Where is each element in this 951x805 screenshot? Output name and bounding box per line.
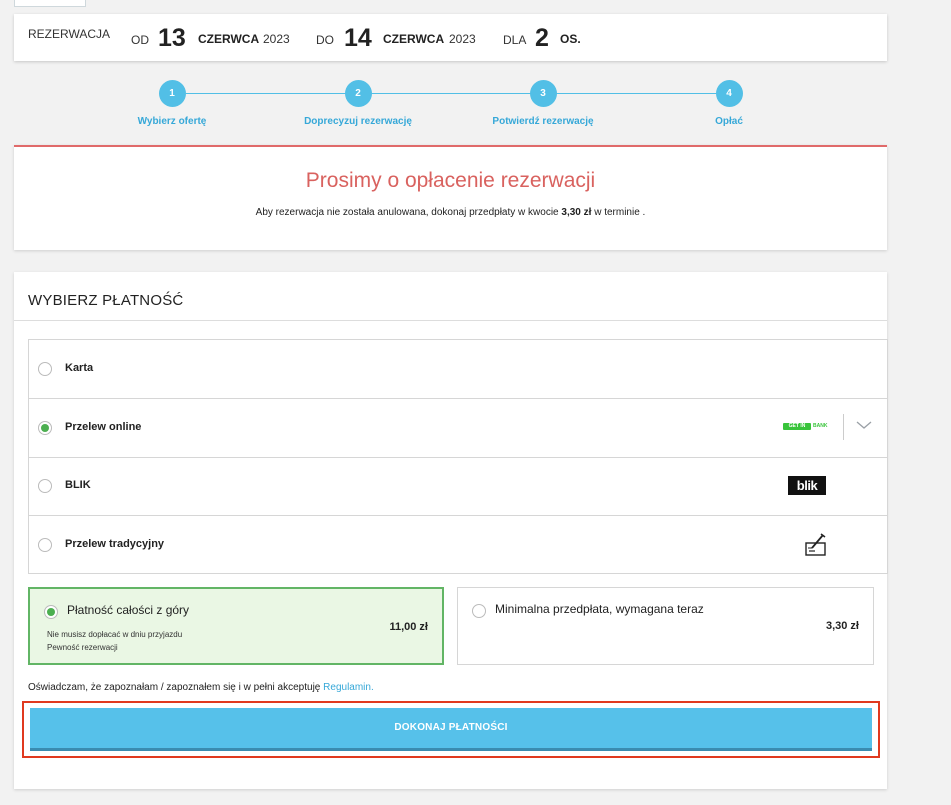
step-label: Doprecyzuj rezerwację	[304, 116, 412, 127]
from-year: 2023	[263, 32, 290, 46]
method-card[interactable]: Karta	[29, 340, 887, 399]
option-title: Minimalna przedpłata, wymagana teraz	[495, 602, 704, 616]
logo-divider	[843, 414, 844, 440]
step-label: Wybierz ofertę	[137, 116, 207, 127]
method-online-transfer[interactable]: Przelew online GET IN BANK	[29, 399, 887, 458]
option-price: 11,00 zł	[389, 621, 428, 633]
radio-traditional-transfer[interactable]	[38, 538, 52, 552]
radio-minimum-deposit[interactable]	[472, 604, 486, 618]
payment-panel: WYBIERZ PŁATNOŚĆ Karta Przelew online GE…	[14, 272, 888, 789]
method-label: BLIK	[65, 479, 91, 491]
step-number: 2	[344, 80, 372, 107]
chevron-down-icon[interactable]	[855, 418, 873, 432]
notice-text: Aby rezerwacja nie została anulowana, do…	[14, 207, 887, 218]
radio-blik[interactable]	[38, 479, 52, 493]
step-3[interactable]: 3 Potwierdź rezerwację	[453, 75, 633, 127]
from-label: OD	[131, 33, 149, 47]
reservation-label: REZERWACJA	[28, 27, 111, 41]
radio-full-payment[interactable]	[44, 605, 58, 619]
option-full-payment[interactable]: Płatność całości z góry 11,00 zł Nie mus…	[28, 587, 444, 665]
from-month: CZERWCA	[198, 32, 260, 46]
guests-label: DLA	[503, 33, 527, 47]
option-note: Nie musisz dopłacać w dniu przyjazdu	[47, 630, 183, 639]
step-number: 4	[715, 80, 743, 107]
option-minimum-deposit[interactable]: Minimalna przedpłata, wymagana teraz 3,3…	[457, 587, 874, 665]
notice-title: Prosimy o opłacenie rezerwacji	[305, 169, 596, 192]
from-day: 13	[158, 24, 186, 52]
option-price: 3,30 zł	[825, 620, 859, 632]
payment-heading: WYBIERZ PŁATNOŚĆ	[28, 292, 184, 309]
reservation-summary: REZERWACJA OD 13 CZERWCA 2023 DO 14 CZER…	[14, 14, 887, 61]
getin-logo-sub: BANK	[813, 423, 828, 429]
pay-button-highlight: DOKONAJ PŁATNOŚCI	[22, 701, 880, 758]
payment-methods: Karta Przelew online GET IN BANK BLIK bl…	[28, 339, 888, 574]
notice-text-before: Aby rezerwacja nie została anulowana, do…	[255, 207, 559, 218]
step-label: Opłać	[715, 116, 743, 127]
to-year: 2023	[449, 32, 476, 46]
method-traditional-transfer[interactable]: Przelew tradycyjny	[29, 516, 887, 574]
terms-acceptance: Oświadczam, że zapoznałam / zapoznałem s…	[28, 682, 374, 693]
to-day: 14	[344, 24, 372, 52]
option-note: Pewność rezerwacji	[47, 643, 118, 652]
terms-link[interactable]: Regulamin.	[323, 682, 374, 693]
method-blik[interactable]: BLIK blik	[29, 457, 887, 516]
top-tab-stub	[14, 0, 86, 7]
step-4[interactable]: 4 Opłać	[639, 75, 819, 127]
progress-steps: 1 Wybierz ofertę 2 Doprecyzuj rezerwację…	[14, 75, 887, 135]
heading-divider	[14, 320, 887, 321]
option-title: Płatność całości z góry	[67, 603, 190, 617]
radio-online-transfer[interactable]	[38, 421, 52, 435]
to-label: DO	[316, 33, 334, 47]
getin-bank-logo: GET IN BANK	[783, 421, 827, 431]
blik-logo: blik	[788, 476, 826, 495]
step-number: 3	[529, 80, 557, 107]
terms-text: Oświadczam, że zapoznałam / zapoznałem s…	[28, 682, 321, 693]
radio-card[interactable]	[38, 362, 52, 376]
step-2[interactable]: 2 Doprecyzuj rezerwację	[268, 75, 448, 127]
getin-logo-text: GET IN	[783, 423, 811, 430]
method-label: Karta	[65, 362, 94, 374]
guests-unit: OS.	[560, 32, 581, 46]
method-label: Przelew online	[65, 421, 142, 433]
step-label: Potwierdź rezerwację	[492, 116, 594, 127]
bank-transfer-icon	[805, 533, 826, 556]
pay-button[interactable]: DOKONAJ PŁATNOŚCI	[30, 708, 872, 751]
payment-notice: Prosimy o opłacenie rezerwacji Aby rezer…	[14, 145, 887, 250]
step-number: 1	[158, 80, 186, 107]
to-month: CZERWCA	[383, 32, 445, 46]
step-1[interactable]: 1 Wybierz ofertę	[82, 75, 262, 127]
notice-text-after: w terminie .	[594, 207, 646, 218]
notice-amount: 3,30 zł	[561, 207, 592, 218]
guests-count: 2	[535, 24, 549, 52]
method-label: Przelew tradycyjny	[65, 538, 165, 550]
